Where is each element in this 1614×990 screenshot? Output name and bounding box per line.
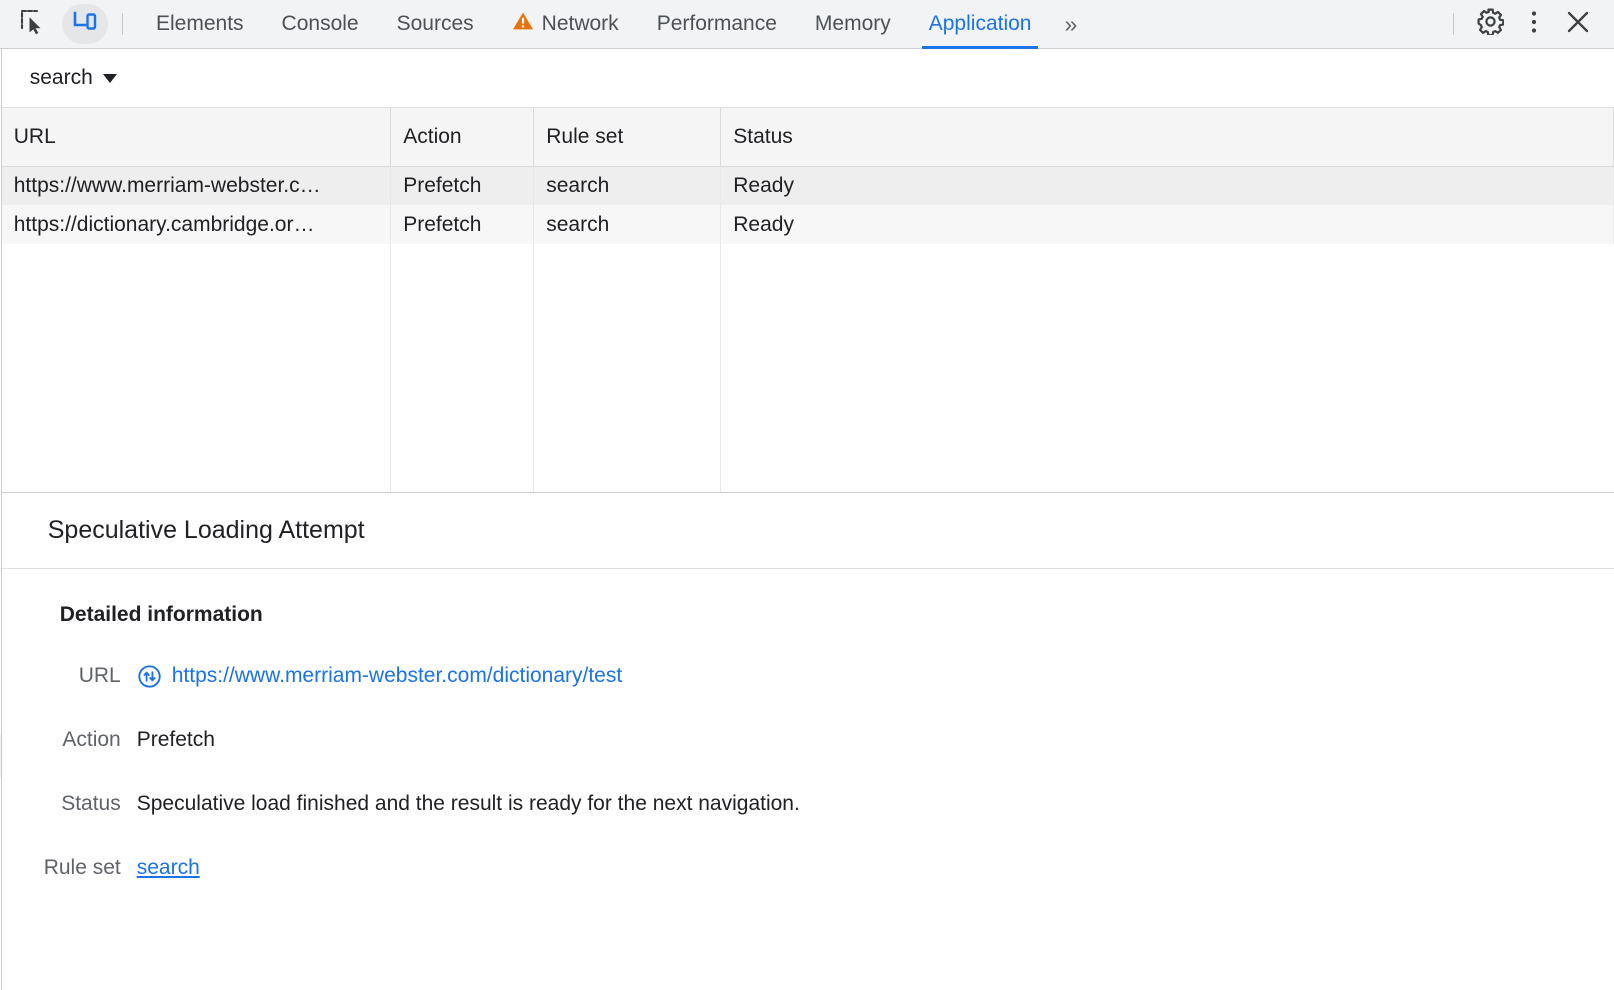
detail-url-link[interactable]: https://www.merriam-webster.com/dictiona… bbox=[172, 661, 622, 691]
tab-label: Network bbox=[542, 12, 619, 36]
detail-value-url: https://www.merriam-webster.com/dictiona… bbox=[137, 661, 622, 691]
sidebar-section-frames: Frames bbox=[0, 886, 2, 930]
speculations-table-region[interactable]: URL Action Rule set Status https://www.m… bbox=[2, 108, 1614, 493]
more-tabs-button[interactable]: » bbox=[1050, 0, 1089, 49]
sidebar-item-push-messaging[interactable]: Push messaging bbox=[0, 778, 2, 822]
column-header-action[interactable]: Action bbox=[391, 108, 534, 166]
sidebar-item-speculative-loads[interactable]: Speculative loads bbox=[0, 646, 2, 690]
cell-rule-set: search bbox=[534, 205, 721, 244]
detail-rule-set-link[interactable]: search bbox=[137, 853, 200, 883]
detail-row-rule-set: Rule set search bbox=[2, 853, 1614, 883]
devtools-tab-strip: Elements Console Sources Network Perform… bbox=[137, 0, 1439, 49]
device-toolbar-button[interactable] bbox=[62, 4, 108, 44]
close-devtools-button[interactable] bbox=[1556, 4, 1600, 44]
tab-memory[interactable]: Memory bbox=[796, 0, 910, 49]
speculations-table: URL Action Rule set Status https://www.m… bbox=[2, 108, 1614, 244]
sidebar-item-reporting-api[interactable]: Reporting API bbox=[0, 822, 2, 866]
detail-key-action: Action bbox=[2, 725, 137, 755]
detailed-information-title: Detailed information bbox=[2, 603, 1614, 627]
close-icon bbox=[1565, 9, 1591, 40]
toolbar-divider bbox=[122, 13, 123, 35]
tab-label: Performance bbox=[657, 12, 777, 36]
toolbar-divider-right bbox=[1453, 13, 1454, 35]
cell-status: Ready bbox=[721, 166, 1614, 205]
cell-url: https://dictionary.cambridge.or… bbox=[2, 205, 391, 244]
sidebar-item-notifications[interactable]: Notifications bbox=[0, 514, 2, 558]
tab-performance[interactable]: Performance bbox=[638, 0, 796, 49]
sidebar-item-rules[interactable]: Rules bbox=[0, 690, 2, 734]
ruleset-filter-select[interactable]: search bbox=[24, 63, 123, 93]
table-row[interactable]: https://dictionary.cambridge.or… Prefetc… bbox=[2, 205, 1614, 244]
tab-label: Sources bbox=[397, 12, 474, 36]
gear-icon bbox=[1477, 8, 1504, 40]
cell-status: Ready bbox=[721, 205, 1614, 244]
detail-value-rule-set: search bbox=[137, 853, 200, 883]
detail-value-action: Prefetch bbox=[137, 725, 215, 755]
settings-button[interactable] bbox=[1468, 4, 1512, 44]
detail-key-rule-set: Rule set bbox=[2, 853, 137, 883]
sidebar-item-speculations[interactable]: Speculations bbox=[0, 734, 2, 778]
sidebar-item-top-frame[interactable]: top bbox=[0, 930, 2, 974]
tab-network[interactable]: Network bbox=[493, 0, 638, 49]
column-header-rule-set[interactable]: Rule set bbox=[534, 108, 721, 166]
table-header-row: URL Action Rule set Status bbox=[2, 108, 1614, 166]
inspect-element-icon bbox=[20, 9, 46, 40]
detail-panel-header: Speculative Loading Attempt bbox=[2, 493, 1614, 569]
tab-label: Memory bbox=[815, 12, 891, 36]
tab-elements[interactable]: Elements bbox=[137, 0, 263, 49]
cell-url: https://www.merriam-webster.c… bbox=[2, 166, 391, 205]
cell-action: Prefetch bbox=[391, 205, 534, 244]
table-row[interactable]: https://www.merriam-webster.c… Prefetch … bbox=[2, 166, 1614, 205]
tab-label: Elements bbox=[156, 12, 244, 36]
column-header-url[interactable]: URL bbox=[2, 108, 391, 166]
table-empty-grid bbox=[2, 244, 1614, 492]
device-toolbar-icon bbox=[72, 9, 98, 40]
tab-sources[interactable]: Sources bbox=[378, 0, 493, 49]
detail-row-url: URL https://www.merriam-webster.com/dict… bbox=[2, 661, 1614, 691]
detail-key-status: Status bbox=[2, 789, 137, 819]
ruleset-filter-value: search bbox=[30, 66, 93, 90]
tab-console[interactable]: Console bbox=[263, 0, 378, 49]
sidebar-item-payment-handler[interactable]: Payment handler bbox=[0, 558, 2, 602]
tab-label: Application bbox=[929, 12, 1032, 36]
detail-row-status: Status Speculative load finished and the… bbox=[2, 789, 1614, 819]
cell-rule-set: search bbox=[534, 166, 721, 205]
detail-row-action: Action Prefetch bbox=[2, 725, 1614, 755]
warning-triangle-icon bbox=[512, 11, 534, 37]
toolbar-right-actions bbox=[1439, 4, 1614, 44]
column-header-status[interactable]: Status bbox=[721, 108, 1614, 166]
tab-label: Console bbox=[282, 12, 359, 36]
cell-action: Prefetch bbox=[391, 166, 534, 205]
devtools-body: Private state tokens Interest groups bbox=[0, 49, 1614, 990]
speculations-panel: search URL Action Rule set Status https:… bbox=[2, 49, 1614, 990]
inspect-element-button[interactable] bbox=[10, 4, 56, 44]
more-options-button[interactable] bbox=[1512, 4, 1556, 44]
speculations-filter-bar: search bbox=[2, 49, 1614, 108]
sidebar-item-periodic-background-sync[interactable]: Periodic background sync bbox=[0, 602, 2, 646]
more-vertical-icon bbox=[1530, 9, 1538, 40]
detail-value-status: Speculative load finished and the result… bbox=[137, 789, 800, 819]
sidebar-item-private-state-tokens[interactable]: Private state tokens bbox=[0, 54, 2, 98]
detail-panel-body: Detailed information URL https://www.mer… bbox=[2, 569, 1614, 990]
chevron-down-icon bbox=[103, 74, 117, 83]
detail-key-url: URL bbox=[2, 661, 137, 691]
devtools-toolbar: Elements Console Sources Network Perform… bbox=[0, 0, 1614, 49]
speculative-load-icon bbox=[137, 664, 162, 689]
tab-application[interactable]: Application bbox=[910, 0, 1051, 49]
